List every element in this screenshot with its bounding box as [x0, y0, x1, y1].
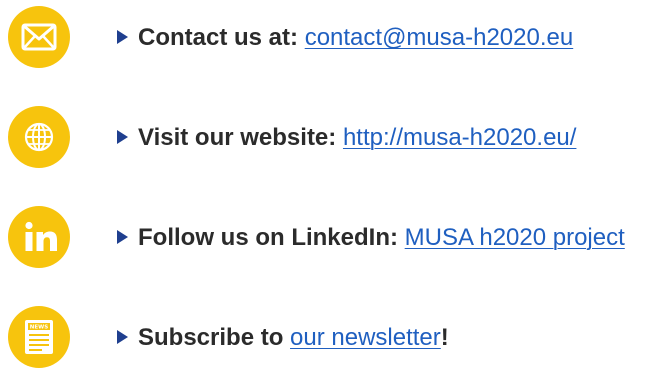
newsletter-label: Subscribe to	[138, 324, 284, 351]
bullet-arrow-icon	[117, 30, 128, 44]
newsletter-suffix: !	[440, 324, 449, 351]
globe-icon	[8, 106, 70, 168]
contact-label: Contact us at:	[138, 24, 299, 51]
envelope-icon	[8, 6, 70, 68]
newsletter-icon: NEWS	[8, 306, 70, 368]
website-row: Visit our website: http://musa-h2020.eu/	[0, 106, 656, 170]
website-label: Visit our website:	[138, 124, 337, 151]
linkedin-label: Follow us on LinkedIn:	[138, 224, 398, 251]
contact-email-link[interactable]: contact@musa-h2020.eu	[305, 24, 574, 51]
linkedin-icon	[8, 206, 70, 268]
bullet-arrow-icon	[117, 230, 128, 244]
newsletter-badge-text: NEWS	[30, 325, 48, 331]
bullet-arrow-icon	[117, 330, 128, 344]
newsletter-link[interactable]: our newsletter	[290, 324, 441, 351]
website-link[interactable]: http://musa-h2020.eu/	[343, 124, 576, 151]
bullet-arrow-icon	[117, 130, 128, 144]
newsletter-row: NEWS Subscribe to our newsletter!	[0, 306, 656, 370]
linkedin-link[interactable]: MUSA h2020 project	[405, 224, 625, 251]
newsletter-line: Subscribe to our newsletter!	[117, 323, 449, 353]
contact-row: Contact us at: contact@musa-h2020.eu	[0, 6, 656, 70]
linkedin-line: Follow us on LinkedIn: MUSA h2020 projec…	[117, 223, 625, 253]
linkedin-row: Follow us on LinkedIn: MUSA h2020 projec…	[0, 206, 656, 270]
contact-line: Contact us at: contact@musa-h2020.eu	[117, 23, 573, 53]
website-line: Visit our website: http://musa-h2020.eu/	[117, 123, 576, 153]
